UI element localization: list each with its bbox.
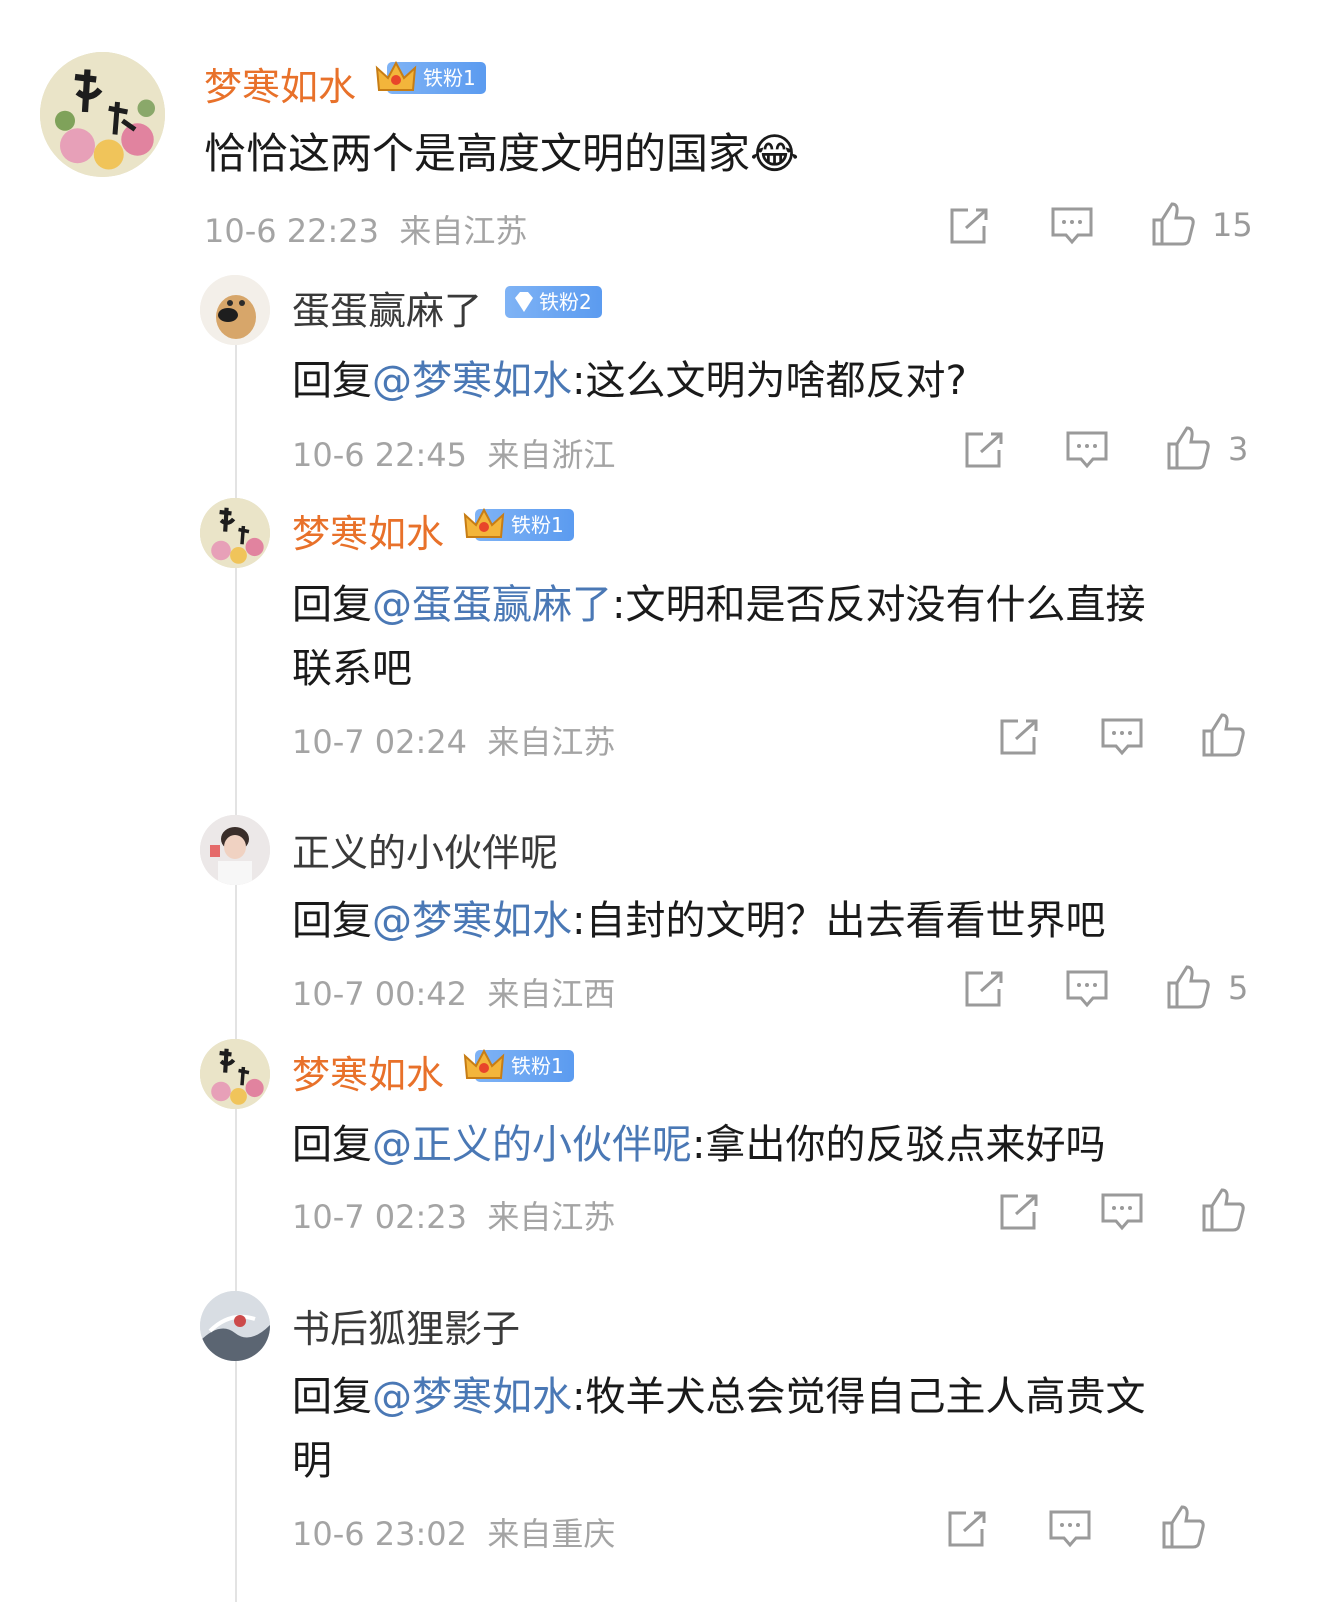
thumbs-up-icon[interactable] <box>1165 963 1211 1011</box>
reply-text: 回复@正义的小伙伴呢:拿出你的反驳点来好吗 <box>292 1112 1105 1170</box>
comment-icon[interactable] <box>1100 1192 1144 1232</box>
reply-text: 回复@梦寒如水:自封的文明？出去看看世界吧 <box>292 888 1105 946</box>
share-icon[interactable] <box>963 969 1005 1009</box>
comment-text: 恰恰这两个是高度文明的国家😂 <box>204 120 799 181</box>
mention-link[interactable]: @梦寒如水 <box>372 898 572 944</box>
thumbs-up-icon[interactable] <box>1200 711 1246 759</box>
avatar[interactable] <box>200 498 270 568</box>
reply-username[interactable]: 梦寒如水 <box>292 1044 444 1099</box>
reply-text: 回复@蛋蛋赢麻了:文明和是否反对没有什么直接 <box>292 572 1145 630</box>
timestamp: 10-7 00:42 <box>292 975 468 1013</box>
comment-icon[interactable] <box>1100 717 1144 757</box>
avatar[interactable] <box>200 1291 270 1361</box>
location: 来自浙江 <box>487 436 616 474</box>
like-count: 3 <box>1228 430 1249 468</box>
reply-username[interactable]: 正义的小伙伴呢 <box>292 822 558 877</box>
avatar[interactable] <box>200 275 270 345</box>
reply-text-continued: 明 <box>292 1438 332 1484</box>
reply-meta: 10-7 02:23 来自江苏 <box>292 1192 615 1238</box>
reply-body: :自封的文明？出去看看世界吧 <box>572 898 1106 944</box>
reply-text: 回复@梦寒如水:这么文明为啥都反对? <box>292 348 967 406</box>
comment-body: 恰恰这两个是高度文明的国家 <box>204 129 751 178</box>
timestamp: 10-6 23:02 <box>292 1515 468 1553</box>
location: 来自江苏 <box>399 212 528 250</box>
mention-link[interactable]: @梦寒如水 <box>372 1374 572 1420</box>
fan-badge: 铁粉1 <box>463 1048 574 1084</box>
reply-prefix: 回复 <box>292 898 372 944</box>
laughing-emoji: 😂 <box>750 129 800 178</box>
crown-icon <box>375 60 417 96</box>
reply-meta: 10-7 00:42 来自江西 <box>292 969 615 1015</box>
share-icon[interactable] <box>946 1509 988 1549</box>
reply-username[interactable]: 梦寒如水 <box>292 503 444 558</box>
share-icon[interactable] <box>948 206 990 246</box>
reply-meta: 10-6 23:02 来自重庆 <box>292 1509 615 1555</box>
comment-icon[interactable] <box>1065 969 1109 1009</box>
reply-text: 回复@梦寒如水:牧羊犬总会觉得自己主人高贵文 <box>292 1364 1145 1422</box>
thumbs-up-icon[interactable] <box>1160 1503 1206 1551</box>
share-icon[interactable] <box>998 1192 1040 1232</box>
mention-link[interactable]: @蛋蛋赢麻了 <box>372 582 612 628</box>
location: 来自江苏 <box>487 1198 616 1236</box>
timestamp: 10-6 22:23 <box>204 212 380 250</box>
comment-username[interactable]: 梦寒如水 <box>204 56 356 111</box>
reply-body: :文明和是否反对没有什么直接 <box>612 582 1146 628</box>
reply-body: :牧羊犬总会觉得自己主人高贵文 <box>572 1374 1146 1420</box>
timestamp: 10-7 02:24 <box>292 723 468 761</box>
comment-icon[interactable] <box>1048 1509 1092 1549</box>
mention-link[interactable]: @正义的小伙伴呢 <box>372 1122 692 1168</box>
avatar[interactable] <box>40 52 165 177</box>
reply-prefix: 回复 <box>292 358 372 404</box>
share-icon[interactable] <box>963 430 1005 470</box>
timestamp: 10-7 02:23 <box>292 1198 468 1236</box>
location: 来自江苏 <box>487 723 616 761</box>
reply-meta: 10-7 02:24 来自江苏 <box>292 717 615 763</box>
fan-badge: 铁粉1 <box>375 60 486 96</box>
reply-body: :这么文明为啥都反对? <box>572 358 967 404</box>
share-icon[interactable] <box>998 717 1040 757</box>
crown-icon <box>463 1048 505 1084</box>
reply-body: :拿出你的反驳点来好吗 <box>692 1122 1106 1168</box>
reply-prefix: 回复 <box>292 1122 372 1168</box>
mention-link[interactable]: @梦寒如水 <box>372 358 572 404</box>
avatar[interactable] <box>200 1039 270 1109</box>
diamond-icon <box>511 289 537 315</box>
fan-badge: 铁粉2 <box>505 285 602 319</box>
reply-prefix: 回复 <box>292 582 372 628</box>
crown-icon <box>463 507 505 543</box>
thumbs-up-icon[interactable] <box>1165 424 1211 472</box>
location: 来自重庆 <box>487 1515 616 1553</box>
comment-icon[interactable] <box>1065 430 1109 470</box>
like-count: 5 <box>1228 969 1249 1007</box>
reply-prefix: 回复 <box>292 1374 372 1420</box>
avatar[interactable] <box>200 815 270 885</box>
reply-username[interactable]: 书后狐狸影子 <box>292 1298 520 1353</box>
timestamp: 10-6 22:45 <box>292 436 468 474</box>
thumbs-up-icon[interactable] <box>1150 200 1196 248</box>
reply-text-continued: 联系吧 <box>292 646 412 692</box>
location: 来自江西 <box>487 975 616 1013</box>
comment-meta: 10-6 22:23 来自江苏 <box>204 206 527 252</box>
reply-meta: 10-6 22:45 来自浙江 <box>292 430 615 476</box>
thumbs-up-icon[interactable] <box>1200 1186 1246 1234</box>
reply-username[interactable]: 蛋蛋赢麻了 <box>292 280 482 335</box>
like-count: 15 <box>1212 206 1253 244</box>
comment-icon[interactable] <box>1050 206 1094 246</box>
fan-badge: 铁粉1 <box>463 507 574 543</box>
